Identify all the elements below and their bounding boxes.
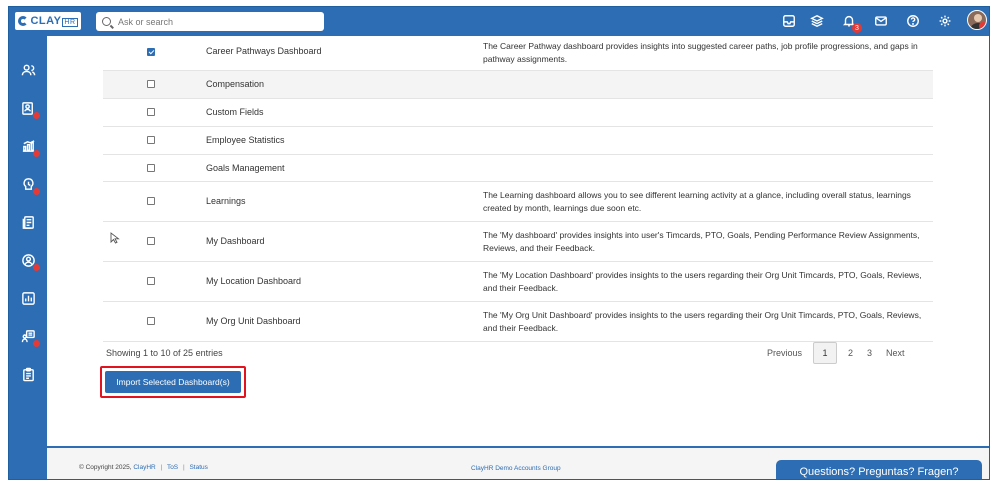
help-chat-button[interactable]: Questions? Preguntas? Fragen? — [776, 460, 982, 479]
dashboard-name: Compensation — [206, 79, 265, 89]
dashboard-description: The 'My Org Unit Dashboard' provides ins… — [483, 310, 922, 333]
import-button-highlight: Import Selected Dashboard(s) — [100, 366, 246, 398]
dashboard-description: The 'My dashboard' provides insights int… — [483, 230, 920, 253]
dashboard-name: Custom Fields — [206, 107, 264, 117]
main-content: Career Pathways Dashboard The Career Path… — [47, 36, 989, 446]
sidebar-reports-icon[interactable] — [19, 289, 37, 307]
next-page-button[interactable]: Next — [879, 342, 912, 364]
logo-text: CLAY HR — [30, 15, 78, 27]
clayhr-link[interactable]: ClayHR — [133, 464, 155, 471]
gear-icon[interactable] — [937, 13, 953, 29]
row-checkbox[interactable] — [147, 136, 155, 144]
sidebar-goals-icon[interactable] — [19, 175, 40, 195]
top-navbar: CLAYHR 3 — [9, 7, 989, 36]
copyright-text: © Copyright 2025, — [79, 464, 132, 471]
sidebar-compensation-icon[interactable] — [19, 251, 40, 271]
sidebar-alert-dot — [33, 340, 40, 347]
tos-link[interactable]: ToS — [167, 464, 178, 471]
dashboard-name: Learnings — [206, 196, 246, 206]
page-3-button[interactable]: 3 — [860, 342, 879, 364]
sidebar-learning-icon[interactable] — [19, 327, 40, 347]
page-1-button[interactable]: 1 — [813, 342, 838, 364]
layers-icon[interactable] — [809, 13, 825, 29]
bell-icon[interactable]: 3 — [841, 13, 862, 33]
status-link[interactable]: Status — [189, 464, 207, 471]
dashboard-name: Goals Management — [206, 163, 285, 173]
row-checkbox[interactable] — [147, 80, 155, 88]
table-row[interactable]: Custom Fields — [103, 99, 933, 127]
sidebar-alert-dot — [33, 150, 40, 157]
row-checkbox[interactable] — [147, 108, 155, 116]
inbox-icon[interactable] — [781, 13, 797, 29]
pagination: Previous 123 Next — [760, 342, 912, 364]
logo-mark-icon — [18, 16, 29, 26]
user-avatar[interactable] — [967, 10, 987, 30]
dashboard-description: The 'My Location Dashboard' provides ins… — [483, 270, 922, 293]
footer-separator: | — [160, 464, 163, 471]
sidebar-badge-icon[interactable] — [19, 99, 40, 119]
notification-badge: 3 — [852, 23, 862, 33]
table-row[interactable]: My Location Dashboard The 'My Location Da… — [103, 262, 933, 302]
entries-info: Showing 1 to 10 of 25 entries — [106, 348, 223, 358]
table-row[interactable]: Compensation — [103, 71, 933, 99]
mail-icon[interactable] — [873, 13, 889, 29]
sidebar-analytics-icon[interactable] — [19, 137, 40, 157]
row-checkbox[interactable] — [147, 237, 155, 245]
sidebar-people-icon[interactable] — [19, 61, 37, 79]
sidebar-alert-dot — [33, 188, 40, 195]
row-checkbox[interactable] — [147, 164, 155, 172]
sidebar-documents-icon[interactable] — [19, 213, 37, 231]
row-checkbox[interactable] — [147, 48, 155, 56]
dashboard-name: My Location Dashboard — [206, 276, 302, 286]
footer-separator: | — [182, 464, 185, 471]
row-checkbox[interactable] — [147, 197, 155, 205]
table-row[interactable]: Learnings The Learning dashboard allows y… — [103, 182, 933, 222]
page-numbers: 123 — [809, 342, 879, 364]
sidebar-alert-dot — [33, 112, 40, 119]
mouse-cursor-icon — [110, 232, 120, 244]
row-checkbox[interactable] — [147, 317, 155, 325]
account-group-link[interactable]: ClayHR Demo Accounts Group — [471, 465, 561, 472]
dashboard-name: My Dashboard — [206, 236, 265, 246]
table-row[interactable]: Employee Statistics — [103, 127, 933, 155]
dashboard-table: Career Pathways Dashboard The Career Path… — [103, 36, 933, 342]
import-selected-dashboards-button[interactable]: Import Selected Dashboard(s) — [105, 371, 241, 393]
table-row[interactable]: Goals Management — [103, 155, 933, 182]
table-row[interactable]: Career Pathways Dashboard The Career Path… — [103, 36, 933, 71]
search-box[interactable] — [96, 12, 324, 31]
search-input[interactable] — [118, 16, 308, 27]
dashboard-description: The Learning dashboard allows you to see… — [483, 190, 911, 213]
clayhr-logo[interactable]: CLAY HR — [15, 12, 81, 30]
search-icon — [102, 17, 111, 26]
table-row[interactable]: My Org Unit Dashboard The 'My Org Unit Da… — [103, 302, 933, 342]
dashboard-description: The Career Pathway dashboard provides in… — [483, 41, 918, 64]
footer-copyright: © Copyright 2025, ClayHR | ToS | Status — [79, 464, 208, 471]
app-window: CLAYHR 3 — [8, 6, 990, 480]
footer: © Copyright 2025, ClayHR | ToS | Status … — [47, 446, 989, 479]
dashboard-name: Career Pathways Dashboard — [206, 46, 322, 56]
page-2-button[interactable]: 2 — [841, 342, 860, 364]
row-checkbox[interactable] — [147, 277, 155, 285]
previous-page-button[interactable]: Previous — [760, 342, 809, 364]
dashboard-name: My Org Unit Dashboard — [206, 316, 301, 326]
avatar-status-dot — [979, 22, 986, 29]
dashboard-name: Employee Statistics — [206, 135, 285, 145]
sidebar — [9, 36, 47, 479]
sidebar-alert-dot — [33, 264, 40, 271]
help-icon[interactable] — [905, 13, 921, 29]
table-row[interactable]: My Dashboard The 'My dashboard' provides … — [103, 222, 933, 262]
sidebar-clipboard-icon[interactable] — [19, 365, 37, 383]
